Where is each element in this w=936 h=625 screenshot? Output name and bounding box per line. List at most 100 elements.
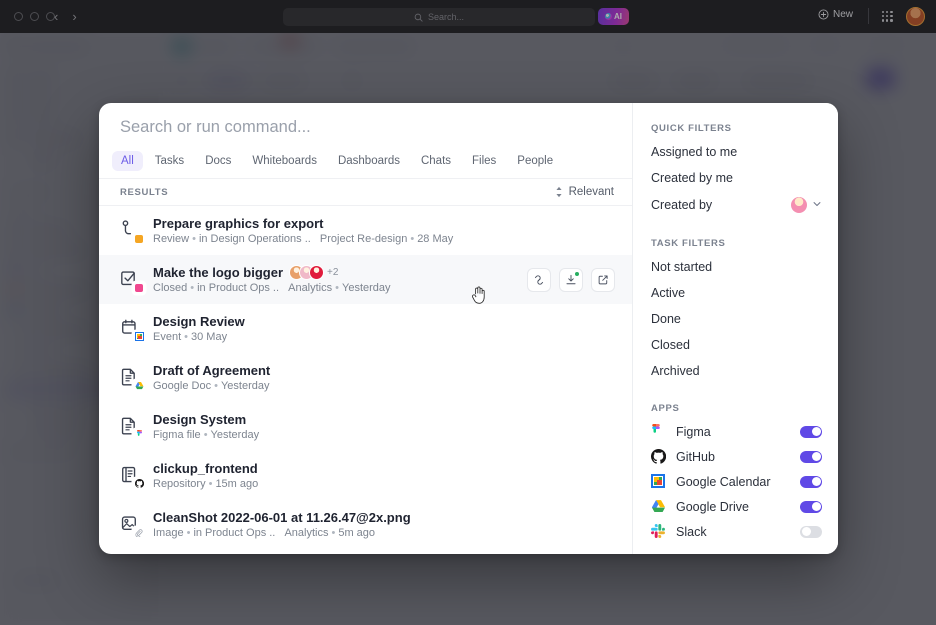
app-row-figma[interactable]: Figma <box>633 419 838 444</box>
filter-label: Created by me <box>651 171 733 185</box>
result-title-text: Draft of Agreement <box>153 363 271 378</box>
result-type: Image <box>153 527 184 539</box>
task-filters-group: Not started Active Done Closed Archived <box>633 254 838 384</box>
results-header: RESULTS Relevant <box>99 178 632 206</box>
avatar-overflow-count: +2 <box>327 267 339 278</box>
sort-updown-icon <box>556 186 562 198</box>
result-type-badge <box>133 477 145 490</box>
copy-link-button[interactable] <box>527 267 551 292</box>
result-title: CleanShot 2022-06-01 at 11.26.47@2x.png <box>153 510 411 525</box>
result-row[interactable]: Design Review Event • 30 May <box>99 304 632 353</box>
result-list: Project Re-design <box>319 233 408 245</box>
app-label: Figma <box>676 424 711 439</box>
result-date: 30 May <box>191 331 228 343</box>
status-dot <box>574 270 580 277</box>
app-toggle[interactable] <box>800 425 822 438</box>
task-filter-closed[interactable]: Closed <box>633 332 838 358</box>
quick-filter-assigned-to-me[interactable]: Assigned to me <box>633 139 838 165</box>
result-subtitle: Repository • 15m ago <box>153 478 258 490</box>
app-row-github[interactable]: GitHub <box>633 444 838 469</box>
result-subtitle: Closed • in Product Ops .. Analytics • Yeste… <box>153 282 391 294</box>
quick-filter-created-by[interactable]: Created by <box>633 191 838 219</box>
results-label: RESULTS <box>120 186 169 198</box>
attachment-badge-icon <box>135 528 143 537</box>
result-icon <box>120 219 145 245</box>
app-root: ‹ › Search... AI New Search or run comma… <box>0 0 936 625</box>
filter-control[interactable] <box>791 197 822 213</box>
app-row-google-calendar[interactable]: Google Calendar <box>633 469 838 494</box>
filter-label: Assigned to me <box>651 145 738 159</box>
result-title-text: Make the logo bigger <box>153 265 284 280</box>
external-link-icon <box>598 274 608 284</box>
tab-dashboards[interactable]: Dashboards <box>329 151 409 171</box>
result-row[interactable]: Design System Figma file • Yesterday <box>99 402 632 451</box>
search-input[interactable] <box>120 117 611 137</box>
app-row-slack[interactable]: Slack <box>633 519 838 544</box>
palette-main-column: AllTasksDocsWhiteboardsDashboardsChatsFi… <box>99 103 632 554</box>
avatar <box>309 265 325 280</box>
app-toggle[interactable] <box>800 525 822 538</box>
result-title: Prepare graphics for export <box>153 216 453 231</box>
result-row[interactable]: Make the logo bigger +2 Closed • in Product … <box>99 255 632 304</box>
separator-dot: • <box>214 380 218 392</box>
app-row-google-drive[interactable]: Google Drive <box>633 494 838 519</box>
figma-badge-icon <box>136 429 142 436</box>
sort-control[interactable]: Relevant <box>554 186 614 198</box>
status-square <box>135 234 143 243</box>
task-filters-title: TASK FILTERS <box>651 238 726 249</box>
apps-group: Figma GitHub Google Calendar Google Drive… <box>633 419 838 544</box>
separator-dot <box>279 282 288 294</box>
tab-whiteboards[interactable]: Whiteboards <box>243 151 326 171</box>
sort-label: Relevant <box>568 186 614 198</box>
slack-icon <box>651 524 666 539</box>
result-title: Make the logo bigger +2 <box>153 265 391 280</box>
task-filter-done[interactable]: Done <box>633 306 838 332</box>
result-date: Yesterday <box>210 429 260 441</box>
separator-dot: • <box>184 331 188 343</box>
result-title: Design Review <box>153 314 245 329</box>
palette-filters-sidebar: QUICK FILTERS Assigned to me Created by m… <box>632 103 838 554</box>
result-assignees[interactable]: +2 <box>289 265 338 280</box>
open-external-button[interactable] <box>591 267 615 292</box>
result-subtitle: Review • in Design Operations .. Project R… <box>153 233 453 245</box>
result-icon <box>120 318 145 343</box>
tab-all[interactable]: All <box>112 151 143 171</box>
result-title: Draft of Agreement <box>153 363 270 378</box>
result-row[interactable]: CleanShot 2022-06-01 at 11.26.47@2x.png I… <box>99 500 632 549</box>
figma-icon <box>651 424 666 439</box>
app-label: Google Drive <box>676 499 749 514</box>
result-text: Make the logo bigger +2 Closed • in Product … <box>153 265 391 294</box>
result-row[interactable]: Prepare graphics for export Review • in Des… <box>99 206 632 255</box>
tab-files[interactable]: Files <box>463 151 505 171</box>
app-toggle[interactable] <box>800 500 822 513</box>
result-location: in Product Ops .. <box>197 282 280 294</box>
result-subtitle: Figma file • Yesterday <box>153 429 259 441</box>
result-location: in Product Ops .. <box>193 527 276 539</box>
separator-dot: • <box>208 478 213 490</box>
quick-filter-created-by-me[interactable]: Created by me <box>633 165 838 191</box>
task-filter-active[interactable]: Active <box>633 280 838 306</box>
task-filter-not-started[interactable]: Not started <box>633 254 838 280</box>
app-toggle[interactable] <box>800 475 822 488</box>
task-filter-archived[interactable]: Archived <box>633 358 838 384</box>
tab-docs[interactable]: Docs <box>196 151 240 171</box>
result-row[interactable]: Draft of Agreement Google Doc • Yesterday <box>99 353 632 402</box>
app-toggle[interactable] <box>800 450 822 463</box>
separator-dot: • <box>186 527 191 539</box>
google-calendar-badge-icon <box>134 332 144 341</box>
google-drive-icon <box>651 500 666 512</box>
share-button[interactable] <box>559 267 583 292</box>
chevron-down-icon[interactable] <box>812 198 822 212</box>
result-type: Repository <box>153 478 206 490</box>
quick-filters-title: QUICK FILTERS <box>651 123 732 134</box>
tab-chats[interactable]: Chats <box>412 151 460 171</box>
tab-tasks[interactable]: Tasks <box>146 151 193 171</box>
github-badge-icon <box>134 479 144 488</box>
separator-dot: • <box>190 282 195 294</box>
result-text: Design System Figma file • Yesterday <box>153 412 259 441</box>
result-type: Event <box>153 331 182 343</box>
tab-people[interactable]: People <box>508 151 562 171</box>
result-text: Design Review Event • 30 May <box>153 314 245 343</box>
google-calendar-icon <box>651 474 666 489</box>
result-row[interactable]: clickup_frontend Repository • 15m ago <box>99 451 632 500</box>
